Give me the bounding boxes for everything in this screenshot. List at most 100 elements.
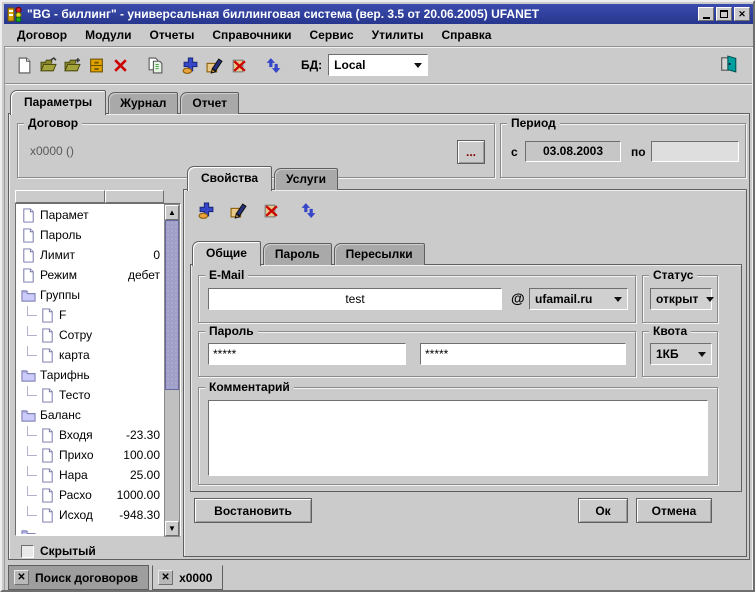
tree-header-name-column[interactable] <box>15 190 105 203</box>
tree-item-value: -23.30 <box>126 428 163 442</box>
properties-tabstrip: СвойстваУслуги <box>187 164 340 190</box>
document-icon <box>40 388 55 403</box>
minimize-button[interactable] <box>698 7 714 21</box>
scroll-thumb[interactable] <box>165 220 179 390</box>
quota-groupbox: Квота 1КБ <box>642 331 718 377</box>
tab-close-icon[interactable]: ✕ <box>14 570 29 585</box>
menu-item-1[interactable]: Модули <box>76 25 140 45</box>
tree-item-value: дебет <box>128 268 163 282</box>
status-select[interactable]: открыт <box>650 288 712 310</box>
ok-button[interactable]: Ок <box>578 498 628 523</box>
tree-connector <box>27 486 37 496</box>
tree-item-1[interactable]: Пароль <box>17 225 163 245</box>
tab-properties-0[interactable]: Свойства <box>187 166 272 191</box>
tree-item-5[interactable]: F <box>17 305 163 325</box>
tab-general-1[interactable]: Пароль <box>263 243 332 265</box>
edit-record-icon[interactable] <box>202 53 226 77</box>
quota-select[interactable]: 1КБ <box>650 343 712 365</box>
tree-item-13[interactable]: Нара25.00 <box>17 465 163 485</box>
menu-item-2[interactable]: Отчеты <box>141 25 204 45</box>
scroll-down-icon[interactable]: ▼ <box>165 521 179 536</box>
tab-general-2[interactable]: Пересылки <box>334 243 425 265</box>
delete-record-icon[interactable] <box>226 53 250 77</box>
tree-item-label: Прихо <box>59 448 94 462</box>
tree-connector <box>27 446 37 456</box>
tab-main-1[interactable]: Журнал <box>108 92 178 114</box>
delete-icon[interactable] <box>108 53 132 77</box>
tree-item-10[interactable]: Баланс <box>17 405 163 425</box>
tab-properties-1[interactable]: Услуги <box>274 168 338 190</box>
chevron-down-icon <box>698 352 706 357</box>
tab-main-0[interactable]: Параметры <box>10 90 106 115</box>
close-button[interactable]: ✕ <box>734 7 750 21</box>
tree-header-value-column[interactable] <box>105 190 164 203</box>
comment-group-title: Комментарий <box>205 380 294 394</box>
tree-item-8[interactable]: Тарифнь <box>17 365 163 385</box>
document-icon <box>40 488 55 503</box>
db-select[interactable]: Local <box>328 54 428 76</box>
email-input[interactable]: test <box>208 288 502 310</box>
scroll-up-icon[interactable]: ▲ <box>165 205 179 220</box>
contract-browse-button[interactable]: ... <box>457 140 485 164</box>
period-to-label: по <box>631 145 646 159</box>
edit-service-icon[interactable] <box>226 198 250 222</box>
tree-item-9[interactable]: Тесто <box>17 385 163 405</box>
tree-item-15[interactable]: Исход-948.30 <box>17 505 163 525</box>
tree-item-value: 25.00 <box>130 468 163 482</box>
delete-service-icon[interactable] <box>258 198 282 222</box>
status-group-title: Статус <box>649 268 697 282</box>
tab-close-icon[interactable]: ✕ <box>158 570 173 585</box>
copy-icon[interactable] <box>143 53 167 77</box>
title-bar: "BG - биллинг" - универсальная биллингов… <box>4 4 753 24</box>
comment-textarea[interactable] <box>208 400 708 476</box>
password-input[interactable]: ***** <box>208 343 406 365</box>
tree-item-0[interactable]: Парамет <box>17 205 163 225</box>
maximize-button[interactable] <box>716 7 732 21</box>
hidden-checkbox[interactable] <box>21 545 34 558</box>
email-domain-select[interactable]: ufamail.ru <box>529 288 628 310</box>
refresh-service-icon[interactable] <box>296 198 320 222</box>
menu-item-5[interactable]: Утилиты <box>363 25 433 45</box>
menu-item-6[interactable]: Справка <box>432 25 500 45</box>
tree-item-2[interactable]: Лимит0 <box>17 245 163 265</box>
document-icon <box>40 328 55 343</box>
tree-item-7[interactable]: карта <box>17 345 163 365</box>
add-service-icon[interactable] <box>194 198 218 222</box>
menu-item-3[interactable]: Справочники <box>203 25 300 45</box>
period-to-field[interactable] <box>651 141 739 162</box>
menu-item-0[interactable]: Договор <box>8 25 76 45</box>
tree-item-4[interactable]: Группы <box>17 285 163 305</box>
add-record-icon[interactable] <box>178 53 202 77</box>
period-from-field[interactable]: 03.08.2003 <box>525 141 621 162</box>
tree-item-14[interactable]: Расхо1000.00 <box>17 485 163 505</box>
period-from-label: с <box>511 145 518 159</box>
open-folder-icon[interactable] <box>36 53 60 77</box>
tree-item-label: Режим <box>40 268 77 282</box>
new-document-icon[interactable] <box>12 53 36 77</box>
document-tab-1[interactable]: ✕x0000 <box>152 565 223 590</box>
restore-button[interactable]: Востановить <box>194 498 312 523</box>
at-sign-label: @ <box>511 290 525 306</box>
refresh-icon[interactable] <box>261 53 285 77</box>
menu-item-4[interactable]: Сервис <box>301 25 363 45</box>
folder-icon <box>21 528 36 535</box>
tree-item-6[interactable]: Сотру <box>17 325 163 345</box>
hidden-checkbox-label: Скрытый <box>40 544 96 558</box>
tree-item-16[interactable] <box>17 525 163 534</box>
cancel-button[interactable]: Отмена <box>636 498 712 523</box>
tab-general-0[interactable]: Общие <box>192 241 261 266</box>
open-folder-alt-icon[interactable] <box>60 53 84 77</box>
tab-main-2[interactable]: Отчет <box>180 92 239 114</box>
archive-cabinet-icon[interactable] <box>84 53 108 77</box>
tree-item-label: Расхо <box>59 488 92 502</box>
password-confirm-input[interactable]: ***** <box>420 343 626 365</box>
tree-item-3[interactable]: Режим дебет <box>17 265 163 285</box>
tree-item-12[interactable]: Прихо100.00 <box>17 445 163 465</box>
toolbar-separator <box>4 83 753 85</box>
scroll-track[interactable] <box>165 390 179 521</box>
document-tab-0[interactable]: ✕Поиск договоров <box>8 565 149 590</box>
tree-item-11[interactable]: Входя-23.30 <box>17 425 163 445</box>
exit-icon[interactable] <box>717 52 741 76</box>
tree-scrollbar[interactable]: ▲ ▼ <box>164 204 180 537</box>
document-tabstrip: ✕Поиск договоров✕x0000 <box>8 565 226 592</box>
